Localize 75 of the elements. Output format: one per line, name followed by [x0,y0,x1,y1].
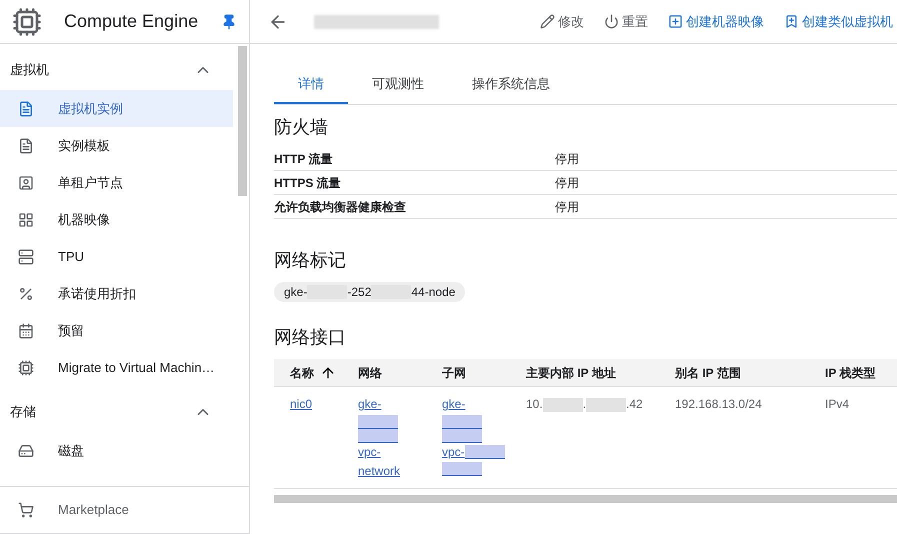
cart-icon [18,502,34,518]
nav-icon [18,360,34,376]
redacted-block [358,428,398,442]
cell-text: IPv4 [825,396,850,413]
field-value: 停用 [555,198,579,216]
column-header[interactable]: 别名 IP 范围 [675,359,825,387]
redacted-block [442,462,482,476]
cell-text: 44-node [411,284,456,301]
nav-item[interactable]: 预留 [0,312,233,349]
nav-item[interactable]: 承诺使用折扣 [0,275,233,312]
section-title: 网络标记 [274,249,347,272]
nav-item[interactable]: 机器映像 [0,201,233,238]
tab[interactable]: 可观测性 [348,66,448,104]
section-heading: 虚拟机 [10,61,50,80]
redacted-block [464,445,505,460]
tab[interactable]: 详情 [274,66,348,104]
toolbar-icon [604,14,619,29]
nav-item[interactable]: 单租户节点 [0,164,233,201]
column-header[interactable]: 名称 [274,359,358,387]
nav-item[interactable]: TPU [0,238,233,275]
toolbar-icon [668,14,683,29]
nav-icon [18,100,34,116]
marketplace-link[interactable]: Marketplace [58,500,129,520]
section-title: 防火墙 [274,116,329,139]
toolbar-button[interactable]: 创建机器映像 [668,12,764,32]
link-text[interactable]: vpc- [358,442,381,462]
product-title: Compute Engine [64,10,199,33]
field-label: HTTPS 流量 [274,174,342,192]
field-value: 停用 [555,174,579,192]
column-header[interactable]: 子网 [442,359,526,387]
field-value: 停用 [555,150,579,168]
cell-text: -252 [347,284,372,301]
nav-icon [18,212,34,228]
link-text[interactable]: network [358,462,400,482]
nav-item[interactable]: Migrate to Virtual Machin… [0,349,233,386]
field-label: HTTP 流量 [274,150,334,168]
toolbar-icon [540,14,555,29]
nav-icon [18,174,34,190]
redacted-block [442,414,482,428]
cell-text: 192.168.13.0/24 [675,396,762,413]
pin-icon[interactable] [221,14,237,30]
column-header[interactable]: IP 栈类型 [825,359,897,387]
link-text[interactable]: gke- [358,395,382,414]
nav-icon [18,322,34,338]
nav-item[interactable]: 虚拟机实例 [0,90,233,127]
nav-icon [18,286,34,302]
cell-text: gke- [284,284,308,301]
tab[interactable]: 操作系统信息 [448,66,574,104]
link-text[interactable]: vpc- [442,442,465,462]
toolbar-button[interactable]: 修改 [540,12,584,32]
toolbar-button[interactable]: 重置 [604,12,648,32]
nav-icon [18,138,34,154]
horizontal-scrollbar[interactable] [274,494,897,502]
field-label: 允许负载均衡器健康检查 [274,198,407,216]
section-title: 网络接口 [274,326,347,349]
link-text[interactable]: nic0 [290,395,312,414]
cell-text: . [582,396,586,413]
redacted-block [542,398,583,412]
toolbar-button[interactable]: 创建类似虚拟机 [784,12,893,32]
nav-item[interactable]: 磁盘 [0,432,233,469]
cell-text: .42 [626,396,643,413]
toolbar-icon [784,14,799,29]
link-text[interactable]: gke- [442,395,466,414]
nav-icon [18,248,34,264]
section-heading: 存储 [10,403,37,422]
redacted-block [586,398,626,412]
scrollbar[interactable] [238,46,247,196]
nav-item[interactable]: 实例模板 [0,127,233,164]
nav-icon [18,442,34,458]
chip-icon [12,6,42,36]
column-header[interactable]: 主要内部 IP 地址 [526,359,675,387]
column-header[interactable]: 网络 [358,359,442,387]
redacted-block [358,414,398,428]
cell-text: 10. [526,396,543,413]
redacted-block [442,428,482,442]
